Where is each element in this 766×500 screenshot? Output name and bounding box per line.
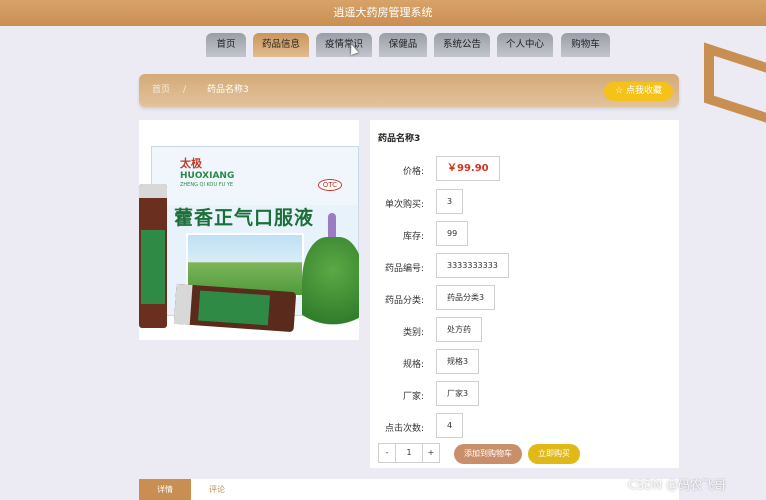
detail-tabs: 详情 评论 bbox=[139, 479, 679, 500]
drug-code-label: 药品编号: bbox=[384, 264, 424, 274]
nav-health-products[interactable]: 保健品 bbox=[379, 33, 427, 57]
stock-value: 99 bbox=[436, 221, 469, 246]
nav-home[interactable]: 首页 bbox=[206, 33, 246, 57]
quantity-stepper: - 1 + bbox=[378, 443, 440, 463]
spec-value: 规格3 bbox=[436, 349, 480, 374]
app-header: 逍遥大药房管理系统 bbox=[0, 0, 766, 26]
otc-badge: OTC bbox=[317, 179, 342, 191]
nav-user-center[interactable]: 个人中心 bbox=[497, 33, 553, 57]
tab-details[interactable]: 详情 bbox=[139, 479, 191, 500]
nav-cart[interactable]: 购物车 bbox=[561, 33, 610, 57]
spec-label: 规格: bbox=[402, 360, 424, 370]
breadcrumb-separator: / bbox=[183, 85, 187, 95]
main-nav: 首页 药品信息 疫情常识 保健品 系统公告 个人中心 购物车 bbox=[0, 33, 766, 57]
favorite-button[interactable]: ☆ 点我收藏 bbox=[604, 82, 673, 101]
price-value: ￥99.90 bbox=[436, 156, 500, 181]
app-title: 逍遥大药房管理系统 bbox=[333, 6, 433, 19]
click-count-label: 点击次数: bbox=[384, 424, 424, 434]
quantity-decrease-button[interactable]: - bbox=[379, 444, 396, 462]
breadcrumb: 首页 / 药品名称3 ☆ 点我收藏 bbox=[139, 74, 679, 107]
product-info-panel: 药品名称3 价格: ￥99.90 单次购买: 3 库存: 99 药品编号: 33… bbox=[370, 120, 679, 468]
drug-category-label: 药品分类: bbox=[384, 296, 424, 306]
price-label: 价格: bbox=[402, 167, 424, 177]
tab-comments[interactable]: 评论 bbox=[191, 479, 243, 500]
nav-epidemic-knowledge[interactable]: 疫情常识 bbox=[316, 33, 372, 57]
type-label: 类别: bbox=[402, 328, 424, 338]
bottle-icon bbox=[139, 184, 167, 328]
manufacturer-value: 厂家3 bbox=[436, 381, 480, 406]
box-pinyin: ZHENG QI KOU FU YE bbox=[180, 182, 234, 188]
manufacturer-label: 厂家: bbox=[402, 392, 424, 402]
drug-category-value: 药品分类3 bbox=[436, 285, 496, 310]
drug-code-value: 3333333333 bbox=[436, 253, 509, 278]
breadcrumb-home[interactable]: 首页 bbox=[152, 74, 170, 107]
decorative-frame bbox=[704, 42, 766, 142]
breadcrumb-current: 药品名称3 bbox=[207, 85, 249, 95]
box-title: 藿香正气口服液 bbox=[174, 207, 315, 229]
box-brand: 太极 bbox=[180, 157, 202, 170]
watermark: CSDN @码农飞哥 bbox=[628, 478, 727, 492]
single-purchase-value: 3 bbox=[436, 189, 464, 214]
nav-announcements[interactable]: 系统公告 bbox=[434, 33, 490, 57]
product-name: 药品名称3 bbox=[378, 134, 421, 144]
quantity-increase-button[interactable]: + bbox=[422, 444, 439, 462]
bottle-icon bbox=[173, 283, 297, 333]
type-value: 处方药 bbox=[436, 317, 482, 342]
click-count-value: 4 bbox=[436, 413, 464, 438]
quantity-input[interactable]: 1 bbox=[396, 444, 422, 462]
stock-label: 库存: bbox=[402, 232, 424, 242]
plant-icon bbox=[302, 237, 359, 340]
add-to-cart-button[interactable]: 添加到购物车 bbox=[454, 444, 522, 464]
box-latin-name: HUOXIANG bbox=[180, 171, 235, 181]
buy-now-button[interactable]: 立即购买 bbox=[528, 444, 580, 464]
nav-drug-info[interactable]: 药品信息 bbox=[253, 33, 309, 57]
product-image: 太极 HUOXIANG ZHENG QI KOU FU YE OTC 藿香正气口… bbox=[139, 120, 359, 340]
single-purchase-label: 单次购买: bbox=[384, 200, 424, 210]
